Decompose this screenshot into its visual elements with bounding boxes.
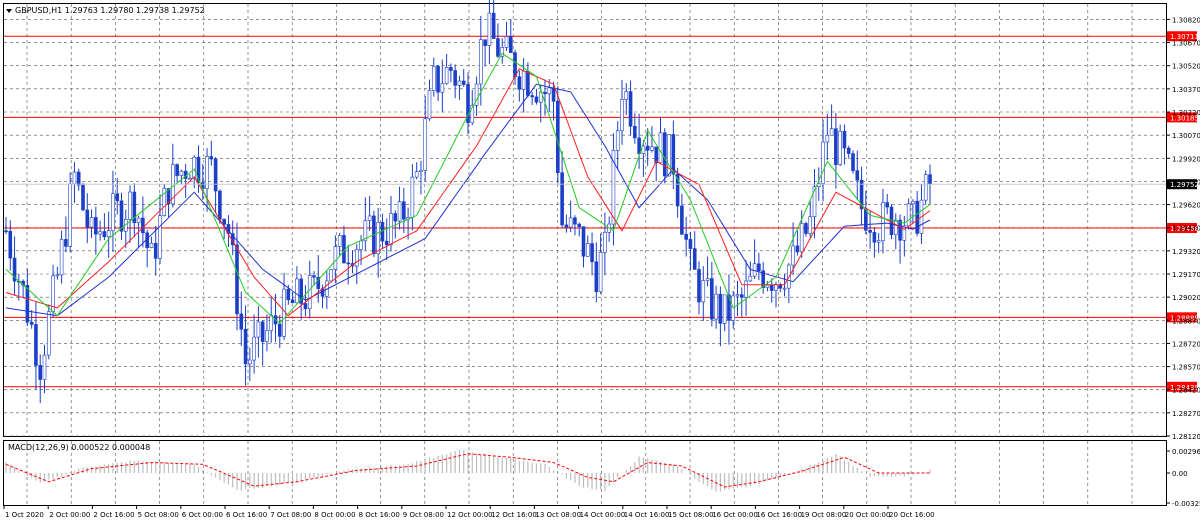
time-tick-label: 20 Oct 16:00	[889, 511, 935, 519]
price-tick-label: 1.28570	[1172, 364, 1200, 372]
macd-tick-label: 0.00	[1172, 470, 1188, 478]
macd-tick-label: -0.003251	[1172, 500, 1200, 508]
candle	[329, 268, 333, 283]
time-tick-label: 8 Oct 16:00	[359, 511, 400, 519]
price-tick-label: 1.28120	[1172, 433, 1200, 441]
price-tick-label: 1.28420	[1172, 387, 1200, 395]
time-tick-label: 8 Oct 00:00	[314, 511, 355, 519]
candle	[923, 170, 928, 205]
price-tick-label: 1.29920	[1172, 155, 1200, 163]
candle	[46, 304, 51, 360]
symbol-info: GBPUSD,H1 1.29763 1.29780 1.29738 1.2975…	[15, 6, 205, 15]
time-tick-label: 2 Oct 00:00	[49, 511, 90, 519]
time-tick-label: 20 Oct 00:00	[845, 511, 891, 519]
price-tick-label: 1.30070	[1172, 132, 1200, 140]
candle	[667, 134, 671, 177]
chart-canvas[interactable]: 1.307111.301851.294681.288891.28439 0.00…	[0, 0, 1200, 523]
price-tick-label: 1.30820	[1172, 16, 1200, 24]
time-tick-label: 1 Oct 2020	[5, 511, 44, 519]
price-tick-label: 1.29620	[1172, 202, 1200, 210]
time-tick-label: 15 Oct 08:00	[668, 511, 714, 519]
price-tick-label: 1.28870	[1172, 317, 1200, 325]
time-tick-label: 2 Oct 16:00	[93, 511, 134, 519]
price-tick-label: 1.30220	[1172, 109, 1200, 117]
price-tick-label: 1.30370	[1172, 86, 1200, 94]
price-tick-label: 1.29470	[1172, 225, 1200, 233]
price-tick-label: 1.30520	[1172, 63, 1200, 71]
price-tick-label: 1.29320	[1172, 248, 1200, 256]
time-tick-label: 9 Oct 08:00	[403, 511, 444, 519]
time-tick-label: 6 Oct 00:00	[182, 511, 223, 519]
price-tick-label: 1.30670	[1172, 40, 1200, 48]
candle	[162, 184, 167, 217]
macd-label: MACD(12,26,9) 0.000522 0.000048	[8, 443, 150, 452]
time-tick-label: 19 Oct 08:00	[801, 511, 847, 519]
price-tick-label: 1.29020	[1172, 294, 1200, 302]
candle	[81, 182, 85, 212]
time-tick-label: 16 Oct 00:00	[712, 511, 758, 519]
price-tick-label: 1.29170	[1172, 271, 1200, 279]
candle	[851, 150, 855, 174]
time-tick-label: 14 Oct 16:00	[624, 511, 670, 519]
time-tick-label: 7 Oct 08:00	[270, 511, 311, 519]
time-tick-label: 12 Oct 16:00	[491, 511, 537, 519]
time-tick-label: 12 Oct 00:00	[447, 511, 493, 519]
time-tick-label: 13 Oct 08:00	[535, 511, 581, 519]
chart-window[interactable]: 1.30711 1.30185 1.29468 1.28889 1.28439 0.00…	[0, 0, 1200, 523]
time-tick-label: 6 Oct 16:00	[226, 511, 267, 519]
time-tick-label: 5 Oct 08:00	[138, 511, 179, 519]
price-tick-label: 1.28270	[1172, 410, 1200, 418]
macd-tick-label: 0.002963	[1172, 448, 1200, 456]
time-tick-label: 16 Oct 16:00	[756, 511, 802, 519]
current-price-label: 1.29752	[1170, 181, 1199, 189]
time-tick-label: 14 Oct 00:00	[580, 511, 626, 519]
price-tick-label: 1.28720	[1172, 340, 1200, 348]
